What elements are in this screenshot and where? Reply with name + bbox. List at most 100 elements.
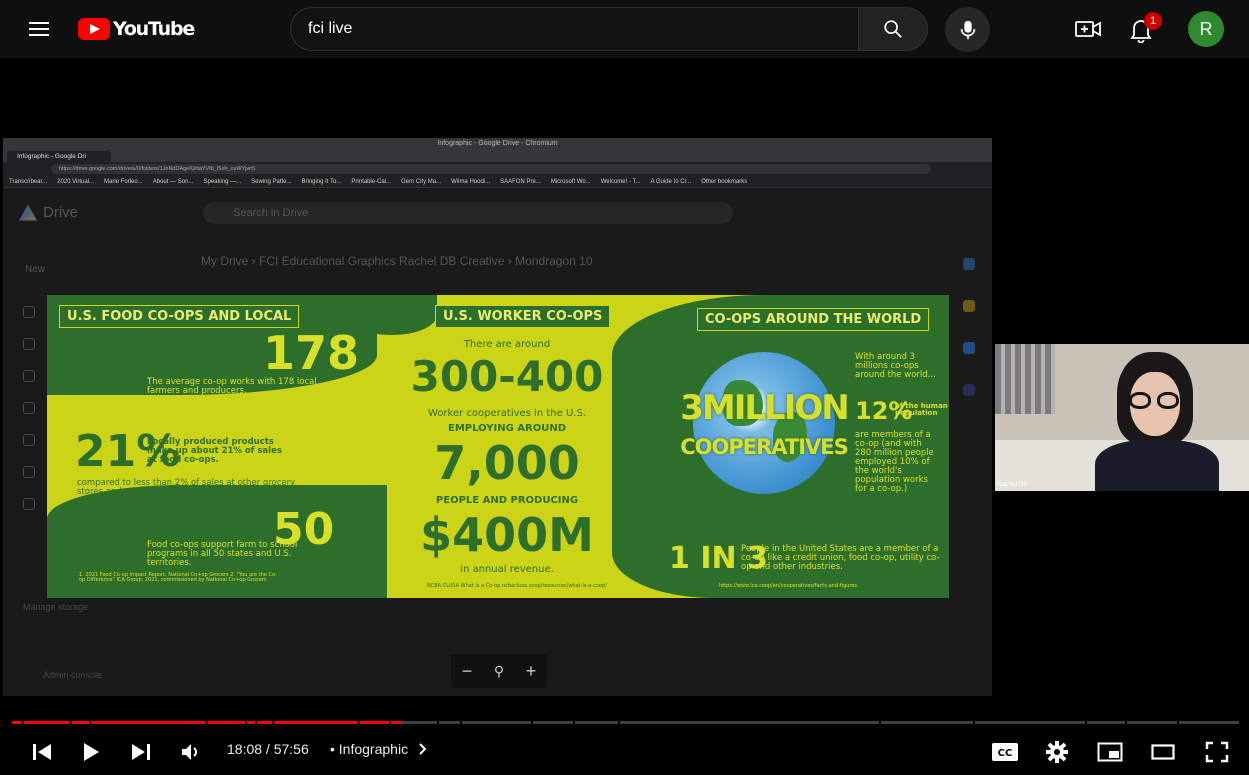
bookmark: Gem City Ma... [401, 179, 442, 185]
stat-400m: $400M [420, 508, 594, 562]
progress-segment[interactable] [438, 721, 460, 724]
captions-button[interactable]: CC [988, 736, 1022, 768]
progress-segment[interactable] [23, 721, 70, 724]
progress-segment[interactable] [71, 721, 89, 724]
next-button[interactable] [124, 736, 158, 768]
progress-fill [273, 721, 358, 724]
stat-300-400: 300-400 [410, 352, 604, 401]
glasses-icon [1129, 392, 1181, 410]
bookmark: Wilma Hoodi... [451, 179, 491, 185]
world-text-2: are members of a co-op (and with 280 mil… [855, 430, 934, 494]
play-icon [84, 743, 99, 761]
drive-sidebar-icons [23, 306, 39, 530]
cooperatives-label: COOPERATIVES [680, 435, 849, 459]
microphone-icon [960, 20, 975, 39]
worker-source: NCBA CLUSA What is a Co-op ncbaclusa.coo… [427, 583, 607, 589]
chapter-separator: • [330, 741, 339, 757]
bookmark: A Guide to Cr... [650, 179, 692, 185]
world-text-1: With around 3 millions co-ops around the… [855, 352, 936, 380]
manage-storage: Manage storage [23, 602, 89, 612]
miniplayer-icon [1097, 742, 1123, 762]
url-field: https://drive.google.com/drive/u/0/folde… [51, 164, 931, 174]
progress-bar[interactable] [12, 721, 1239, 724]
avatar[interactable]: R [1188, 11, 1224, 47]
youtube-logo[interactable]: YouTube [78, 17, 195, 41]
chapter-button[interactable]: • Infographic [330, 741, 428, 757]
progress-segment[interactable] [246, 721, 256, 724]
miniplayer-button[interactable] [1093, 736, 1127, 768]
progress-segment[interactable] [257, 721, 272, 724]
progress-fill [359, 721, 389, 724]
world-coops-header: CO-OPS AROUND THE WORLD [697, 308, 930, 331]
progress-segment[interactable] [1179, 721, 1239, 724]
bookmark: Printable-Cal... [351, 179, 392, 185]
closed-captions-icon: CC [992, 743, 1018, 761]
worker-employing: EMPLOYING AROUND [447, 423, 567, 434]
world-source: https://www.ica.coop/en/cooperatives/fac… [719, 583, 857, 589]
bookmarks-bar: Transcribear... 2020 Virtual... Marie Fo… [3, 176, 992, 188]
food-coops-header: U.S. FOOD CO-OPS AND LOCAL [59, 305, 300, 328]
progress-fill [390, 721, 403, 724]
three-million: 3MILLION [680, 388, 849, 428]
drive-logo: Drive [19, 204, 78, 221]
mute-button[interactable] [174, 736, 208, 768]
stat-7000: 7,000 [434, 436, 580, 490]
drive-breadcrumb: My Drive › FCI Educational Graphics Rach… [201, 254, 593, 268]
browser-tab: Infographic - Google Dri [7, 151, 111, 162]
volume-icon [182, 744, 197, 760]
skip-previous-icon [33, 744, 51, 760]
bookmark: Sewing Patte... [251, 179, 292, 185]
progress-segment[interactable] [1087, 721, 1126, 724]
progress-segment[interactable] [575, 721, 618, 724]
worker-producing: PEOPLE AND PRODUCING [435, 495, 579, 506]
progress-segment[interactable] [880, 721, 973, 724]
progress-segment[interactable] [619, 721, 879, 724]
bookmark: Bringing It To... [301, 179, 342, 185]
progress-segment[interactable] [90, 721, 207, 724]
progress-segment[interactable] [208, 721, 245, 724]
menu-icon[interactable] [24, 18, 54, 40]
browser-window-title: Infographic - Google Drive - Chromium [3, 138, 992, 150]
browser-tab-strip: Infographic - Google Dri [3, 150, 992, 162]
webcam-feed: Rachel DB [995, 344, 1249, 491]
fullscreen-button[interactable] [1200, 736, 1234, 768]
bookmark: Marie Forleo... [104, 179, 143, 185]
bookmark: Transcribear... [9, 179, 48, 185]
zoom-icon: ⚲ [493, 662, 505, 679]
progress-segment[interactable] [390, 721, 437, 724]
progress-segment[interactable] [1127, 721, 1178, 724]
create-button[interactable] [1072, 14, 1104, 44]
search-button[interactable] [858, 7, 928, 51]
stat-178-text: The average co-op works with 178 local f… [147, 377, 317, 396]
notification-badge: 1 [1144, 12, 1162, 30]
browser-address-bar: https://drive.google.com/drive/u/0/folde… [3, 162, 992, 176]
progress-segment[interactable] [12, 721, 22, 724]
search-input[interactable] [290, 7, 858, 51]
theater-mode-button[interactable] [1146, 736, 1180, 768]
progress-fill [23, 721, 70, 724]
stat-21-text: Locally produced products make up about … [147, 437, 282, 465]
fullscreen-icon [1205, 741, 1229, 763]
chevron-right-icon [419, 743, 427, 755]
settings-button[interactable] [1040, 736, 1074, 768]
video-player[interactable]: Infographic - Google Drive - Chromium In… [0, 58, 1249, 775]
zoom-in-icon: + [525, 660, 537, 681]
bookmark: Speaking —... [203, 179, 242, 185]
worker-text: Worker cooperatives in the U.S. [428, 408, 586, 419]
progress-segment[interactable] [461, 721, 532, 724]
progress-segment[interactable] [533, 721, 574, 724]
time-display: 18:08 / 57:56 [227, 741, 309, 757]
background-shelf [995, 344, 1055, 414]
previous-button[interactable] [25, 736, 59, 768]
bookmark: Microsoft Wo... [550, 179, 591, 185]
play-button[interactable] [74, 736, 108, 768]
progress-fill [246, 721, 256, 724]
player-controls: 18:08 / 57:56 • Infographic CC [0, 728, 1249, 775]
progress-segment[interactable] [273, 721, 358, 724]
voice-search-button[interactable] [945, 7, 990, 52]
masthead: YouTube 1 R [0, 0, 1249, 58]
webcam-name: Rachel DB [997, 481, 1029, 488]
admin-console: Admin console [43, 670, 103, 680]
progress-segment[interactable] [359, 721, 389, 724]
progress-segment[interactable] [974, 721, 1086, 724]
